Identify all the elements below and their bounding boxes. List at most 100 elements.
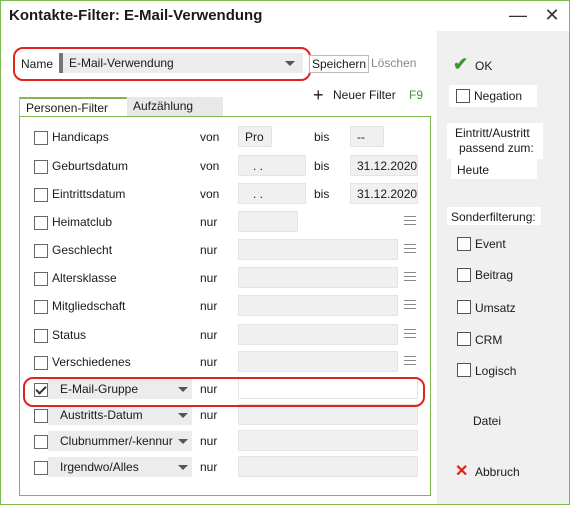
- window-title: Kontakte-Filter: E-Mail-Verwendung: [9, 7, 263, 24]
- umsatz-label: Umsatz: [475, 301, 516, 315]
- checkbox[interactable]: [34, 272, 48, 286]
- op-label: von: [200, 187, 220, 201]
- logisch-label: Logisch: [475, 364, 517, 378]
- value-input[interactable]: [238, 324, 398, 345]
- to-input[interactable]: 31.12.2020: [350, 155, 418, 176]
- filter-row-heimatclub: Heimatclub nur: [20, 211, 430, 235]
- chevron-down-icon[interactable]: [285, 61, 295, 66]
- op-label: nur: [200, 434, 218, 448]
- value-input[interactable]: [238, 430, 418, 451]
- abbruch-button[interactable]: Abbruch: [475, 465, 520, 479]
- checkbox[interactable]: [34, 329, 48, 343]
- filter-row-handicaps: Handicaps von Pro bis --: [20, 126, 430, 150]
- cancel-x-icon: ✕: [455, 463, 469, 480]
- filter-row-geschlecht: Geschlecht nur: [20, 239, 430, 263]
- filter-row-clubnummer: Clubnummer/-kennur nur: [20, 430, 430, 454]
- checkbox[interactable]: [34, 435, 48, 449]
- filter-grid: Handicaps von Pro bis -- Geburtsdatum vo…: [19, 116, 431, 496]
- new-filter-button[interactable]: Neuer Filter: [333, 88, 396, 102]
- list-menu-icon[interactable]: [404, 244, 416, 256]
- crm-checkbox[interactable]: [457, 332, 471, 346]
- event-checkbox[interactable]: [457, 237, 471, 251]
- checkbox[interactable]: [34, 160, 48, 174]
- save-button[interactable]: Speichern: [309, 55, 370, 73]
- email-gruppe-highlight: [23, 377, 425, 407]
- op-label: nur: [200, 271, 218, 285]
- op-label: von: [200, 130, 220, 144]
- bis-label: bis: [314, 187, 330, 201]
- op-label: nur: [200, 328, 218, 342]
- value-input[interactable]: [238, 267, 398, 288]
- row-label: Handicaps: [52, 130, 109, 144]
- row-label: Clubnummer/-kennur: [60, 434, 173, 448]
- list-menu-icon[interactable]: [404, 356, 416, 368]
- close-button[interactable]: ✕: [541, 5, 563, 27]
- chevron-down-icon[interactable]: [178, 465, 188, 470]
- filter-row-status: Status nur: [20, 324, 430, 348]
- eintritt-label-2: passend zum:: [459, 141, 534, 155]
- beitrag-checkbox[interactable]: [457, 268, 471, 282]
- name-combobox[interactable]: E-Mail-Verwendung: [59, 53, 303, 73]
- plus-icon: +: [313, 85, 324, 105]
- list-menu-icon[interactable]: [404, 216, 416, 228]
- op-label: von: [200, 159, 220, 173]
- list-menu-icon[interactable]: [404, 272, 416, 284]
- value-input[interactable]: [238, 351, 398, 372]
- eintritt-label-1: Eintritt/Austritt: [455, 126, 530, 140]
- checkbox[interactable]: [34, 244, 48, 258]
- value-input[interactable]: [238, 456, 418, 477]
- tab-aufzaehlung[interactable]: Aufzählung: [127, 97, 223, 116]
- name-field-group: Name E-Mail-Verwendung: [13, 47, 311, 81]
- eintritt-value: Heute: [457, 163, 490, 177]
- tab-personen-filter[interactable]: Personen-Filter: [19, 97, 131, 118]
- checkbox[interactable]: [34, 216, 48, 230]
- from-input[interactable]: . .: [238, 183, 306, 204]
- op-label: nur: [200, 243, 218, 257]
- event-label: Event: [475, 237, 506, 251]
- checkbox[interactable]: [34, 461, 48, 475]
- filter-window: Kontakte-Filter: E-Mail-Verwendung — ✕ N…: [0, 0, 570, 505]
- crm-label: CRM: [475, 333, 503, 347]
- datei-button[interactable]: Datei: [473, 414, 501, 428]
- checkbox[interactable]: [34, 188, 48, 202]
- value-input[interactable]: [238, 239, 398, 260]
- row-label: Status: [52, 328, 87, 342]
- field-combobox[interactable]: Austritts-Datum: [48, 405, 192, 425]
- beitrag-label: Beitrag: [475, 268, 514, 282]
- chevron-down-icon[interactable]: [178, 413, 188, 418]
- field-combobox[interactable]: Irgendwo/Alles: [48, 457, 192, 477]
- list-menu-icon[interactable]: [404, 300, 416, 312]
- value-input[interactable]: [238, 211, 298, 232]
- checkbox[interactable]: [34, 409, 48, 423]
- umsatz-checkbox[interactable]: [457, 300, 471, 314]
- checkbox[interactable]: [34, 356, 48, 370]
- filter-row-irgendwo: Irgendwo/Alles nur: [20, 456, 430, 480]
- minimize-button[interactable]: —: [507, 5, 529, 27]
- checkbox[interactable]: [34, 300, 48, 314]
- from-input[interactable]: Pro: [238, 126, 272, 147]
- ok-button[interactable]: OK: [475, 59, 492, 73]
- filter-row-mitgliedschaft: Mitgliedschaft nur: [20, 295, 430, 319]
- chevron-down-icon[interactable]: [178, 439, 188, 444]
- logisch-checkbox[interactable]: [457, 363, 471, 377]
- title-bar: Kontakte-Filter: E-Mail-Verwendung — ✕: [1, 1, 569, 31]
- op-label: nur: [200, 215, 218, 229]
- to-input[interactable]: 31.12.2020: [350, 183, 418, 204]
- filter-row-austritts-datum: Austritts-Datum nur: [20, 404, 430, 428]
- field-combobox[interactable]: Clubnummer/-kennur: [48, 431, 192, 451]
- checkbox[interactable]: [34, 131, 48, 145]
- delete-button[interactable]: Löschen: [371, 56, 416, 70]
- value-input[interactable]: [238, 295, 398, 316]
- bis-label: bis: [314, 159, 330, 173]
- filter-row-geburtsdatum: Geburtsdatum von . . bis 31.12.2020: [20, 155, 430, 179]
- list-menu-icon[interactable]: [404, 329, 416, 341]
- to-input[interactable]: --: [350, 126, 384, 147]
- value-input[interactable]: [238, 404, 418, 425]
- negation-label: Negation: [474, 89, 523, 103]
- name-value: E-Mail-Verwendung: [69, 56, 174, 70]
- row-label: Mitgliedschaft: [52, 299, 126, 313]
- name-label: Name: [21, 57, 54, 71]
- from-input[interactable]: . .: [238, 155, 306, 176]
- negation-checkbox[interactable]: [456, 89, 470, 103]
- check-icon: ✔: [453, 54, 469, 74]
